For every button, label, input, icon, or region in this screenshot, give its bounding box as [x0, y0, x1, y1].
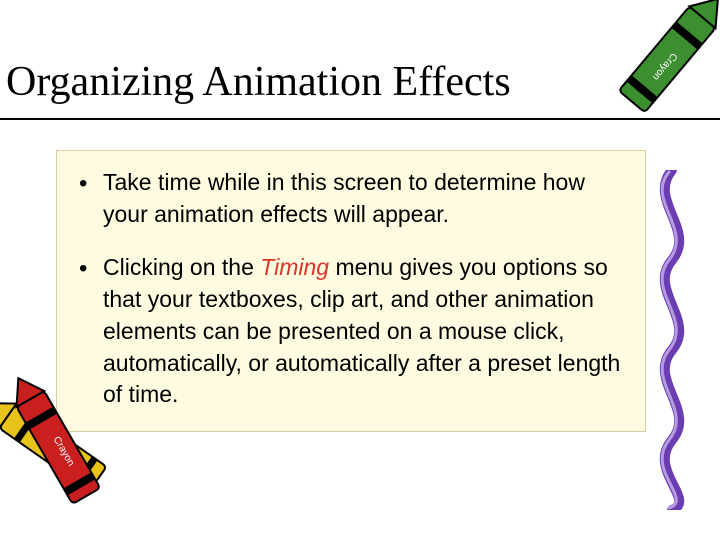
bullet-text: Take time while in this screen to determ…	[103, 169, 585, 227]
bullet-text-before: Clicking on the	[103, 254, 260, 280]
red-crayon-icon: Crayon	[0, 366, 150, 536]
slide: Organizing Animation Effects Take time w…	[0, 0, 720, 540]
green-crayon-icon: Crayon	[588, 0, 720, 144]
bullet-item: Take time while in this screen to determ…	[75, 167, 627, 230]
bullet-keyword: Timing	[260, 254, 329, 280]
bullet-item: Clicking on the Timing menu gives you op…	[75, 252, 627, 411]
bullet-list: Take time while in this screen to determ…	[75, 167, 627, 411]
slide-title: Organizing Animation Effects	[6, 58, 511, 106]
purple-squiggle-icon	[642, 170, 702, 510]
